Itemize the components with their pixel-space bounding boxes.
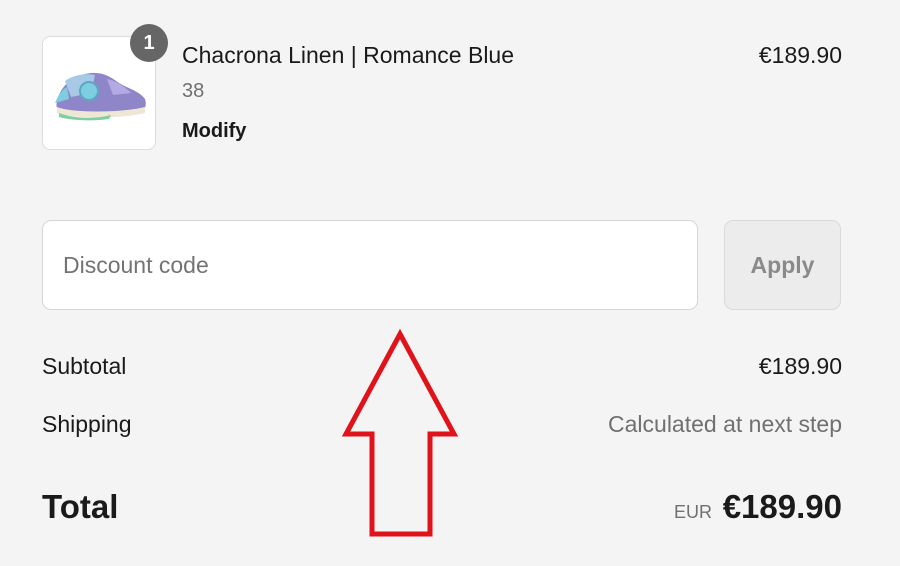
shipping-value: Calculated at next step	[608, 411, 842, 437]
modify-link[interactable]: Modify	[182, 120, 246, 143]
total-currency: EUR	[673, 502, 712, 522]
total-label: Total	[42, 488, 119, 525]
product-variant-size: 38	[182, 80, 205, 102]
red-arrow-up-icon	[341, 328, 459, 537]
apply-button[interactable]: Apply	[724, 220, 841, 310]
shipping-label: Shipping	[42, 411, 132, 437]
discount-code-input[interactable]	[42, 220, 698, 310]
subtotal-label: Subtotal	[42, 353, 127, 379]
total-value: €189.90	[722, 488, 842, 525]
subtotal-value: €189.90	[758, 353, 842, 379]
quantity-badge: 1	[130, 24, 168, 62]
sneaker-image	[55, 72, 146, 121]
product-name: Chacrona Linen | Romance Blue	[182, 42, 515, 68]
product-price: €189.90	[758, 42, 842, 68]
cart-line-item: 1 Chacrona Linen | Romance Blue 38 Modif…	[42, 24, 842, 152]
